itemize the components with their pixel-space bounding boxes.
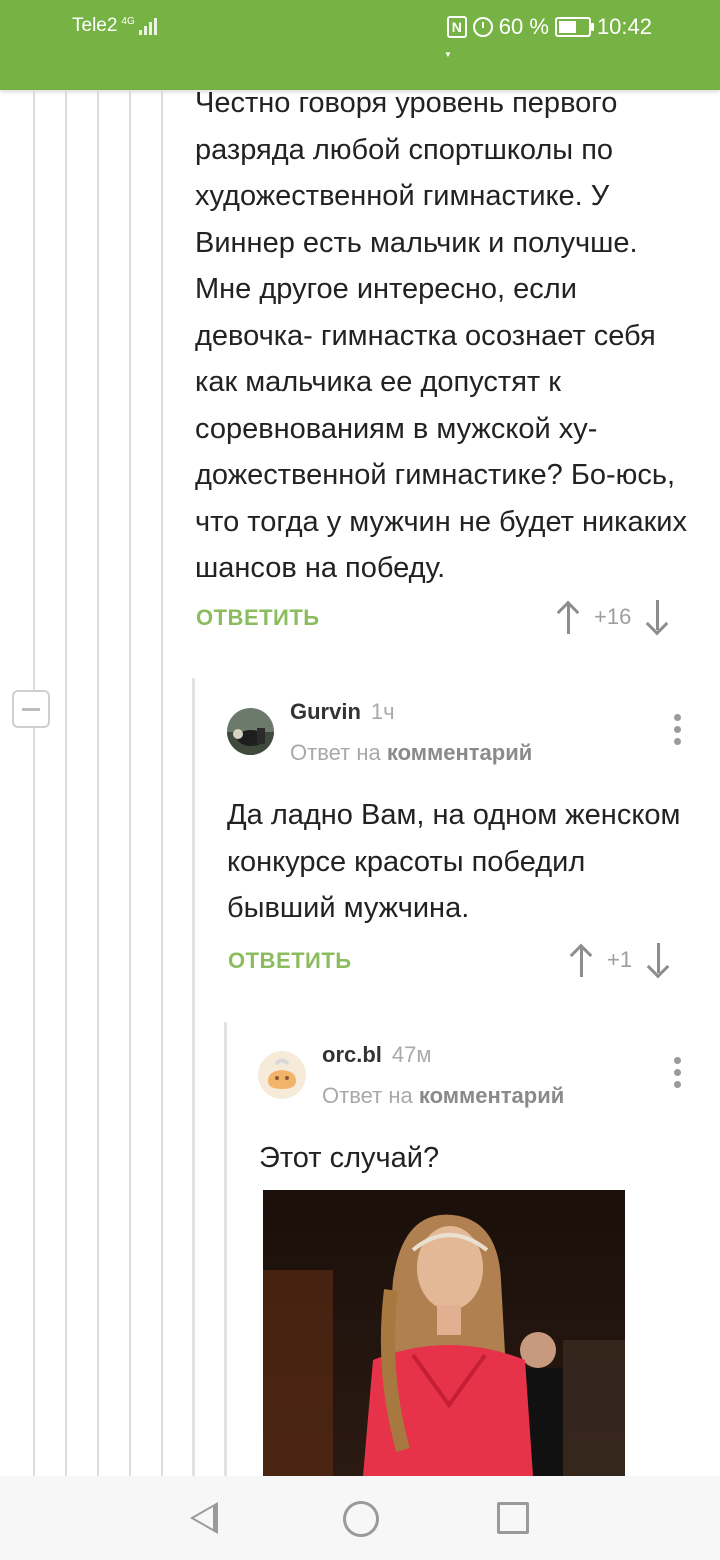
comment-author[interactable]: orc.bl 47м [322, 1042, 432, 1068]
upvote-icon[interactable] [556, 600, 580, 634]
reply-to-link[interactable]: комментарий [419, 1083, 564, 1108]
reply-to-prefix: Ответ на [322, 1083, 413, 1108]
comment-text: Честно говоря уровень первого разряда лю… [195, 87, 688, 584]
battery-fill [558, 21, 576, 33]
alarm-icon [472, 17, 493, 37]
signal-icon [138, 17, 157, 35]
downvote-icon[interactable] [645, 600, 669, 636]
nesting-line [224, 1022, 227, 1476]
more-options-icon[interactable] [674, 1057, 682, 1088]
comment-text: Этот случай? [259, 1142, 440, 1174]
thread-line [161, 90, 163, 1476]
thread-line [129, 90, 131, 1476]
battery-percent: 60 % [498, 14, 549, 39]
avatar[interactable] [227, 708, 274, 755]
clock: 10:42 [596, 14, 652, 39]
thread-line [33, 90, 35, 1476]
status-right: N 60 % 10:42 [446, 14, 652, 40]
reply-button[interactable]: ОТВЕТИТЬ [228, 948, 352, 974]
avatar[interactable] [258, 1051, 306, 1099]
nfc-icon: N [446, 16, 467, 38]
notification-dot-icon: ▼ [444, 50, 452, 59]
downvote-icon[interactable] [646, 943, 670, 979]
comment-author[interactable]: Gurvin 1ч [290, 699, 395, 725]
network-type: 4G [121, 16, 135, 27]
nesting-line [192, 678, 195, 1476]
comment-time: 1ч [370, 699, 395, 724]
author-name[interactable]: Gurvin [290, 699, 361, 724]
comment-rating: +16 [594, 604, 632, 629]
reply-button[interactable]: ОТВЕТИТЬ [196, 605, 320, 631]
back-icon[interactable] [190, 1502, 218, 1534]
vote-controls: +1 [569, 943, 670, 979]
more-options-icon[interactable] [674, 714, 682, 745]
upvote-icon[interactable] [569, 943, 593, 977]
vote-controls: +16 [556, 600, 669, 636]
reply-to-prefix: Ответ на [290, 740, 381, 765]
comment-rating: +1 [607, 947, 633, 972]
carrier-name: Tele2 [72, 15, 118, 36]
recent-apps-icon[interactable] [497, 1502, 529, 1534]
reply-to: Ответ на комментарий [322, 1083, 564, 1109]
status-bar: Tele2 4G ▼ N 60 % 10:42 [0, 0, 720, 90]
reply-to-link[interactable]: комментарий [387, 740, 532, 765]
author-name[interactable]: orc.bl [322, 1042, 382, 1067]
collapse-thread-button[interactable] [12, 690, 50, 728]
thread-line [65, 90, 67, 1476]
battery-icon [554, 17, 594, 37]
comment-photo[interactable] [263, 1190, 625, 1476]
comment-text: Да ладно Вам, на одном женском конкурсе … [227, 799, 681, 924]
thread-line [97, 90, 99, 1476]
reply-to: Ответ на комментарий [290, 740, 532, 766]
comment-time: 47м [391, 1042, 432, 1067]
status-left: Tele2 4G [72, 15, 157, 37]
home-icon[interactable] [343, 1501, 379, 1537]
